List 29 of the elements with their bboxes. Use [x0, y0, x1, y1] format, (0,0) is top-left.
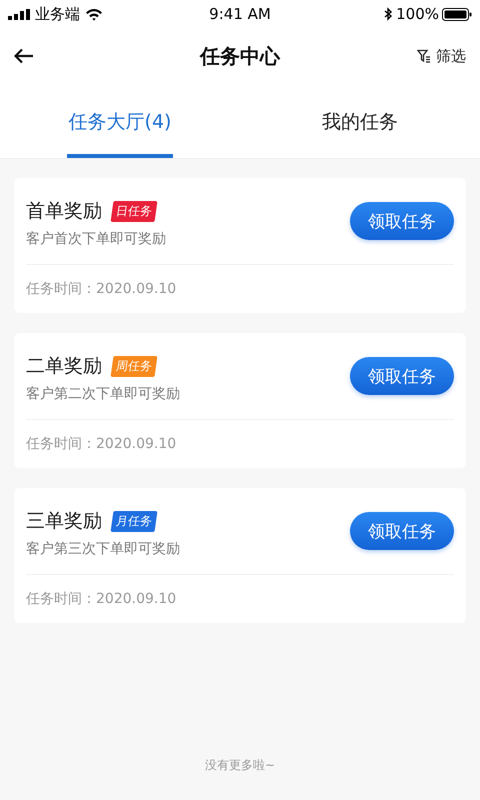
task-time: 任务时间：2020.09.10 — [26, 435, 178, 454]
task-description: 客户第三次下单即可奖励 — [26, 540, 181, 558]
task-tag: 月任务 — [110, 510, 158, 532]
battery-percent: 100% — [396, 5, 440, 23]
status-time: 9:41 AM — [208, 5, 272, 23]
battery-icon — [442, 8, 472, 20]
wifi-icon — [85, 8, 103, 20]
end-of-list-text: 没有更多啦~ — [204, 757, 276, 774]
task-time: 任务时间：2020.09.10 — [26, 590, 178, 609]
task-tag: 周任务 — [110, 356, 158, 376]
task-time: 任务时间：2020.09.10 — [26, 280, 178, 299]
task-tag: 日任务 — [110, 200, 158, 222]
carrier-name: 业务端 — [35, 4, 80, 24]
claim-task-button[interactable]: 领取任务 — [350, 512, 454, 550]
bluetooth-icon — [384, 7, 394, 21]
tab[interactable]: 我的任务 — [320, 84, 400, 158]
back-arrow-icon[interactable] — [14, 48, 34, 64]
task-description: 客户第二次下单即可奖励 — [26, 385, 181, 403]
task-title: 二单奖励 — [26, 354, 102, 379]
claim-task-button[interactable]: 领取任务 — [350, 357, 454, 395]
task-description: 客户首次下单即可奖励 — [26, 230, 167, 248]
page-title: 任务中心 — [200, 42, 280, 70]
tab[interactable]: 任务大厅(4) — [66, 84, 174, 158]
signal-icon — [8, 8, 30, 20]
filter-button[interactable]: 筛选 — [417, 46, 466, 66]
task-title: 三单奖励 — [26, 509, 102, 534]
filter-icon — [417, 49, 431, 63]
task-title: 首单奖励 — [26, 199, 102, 224]
claim-task-button[interactable]: 领取任务 — [350, 202, 454, 240]
